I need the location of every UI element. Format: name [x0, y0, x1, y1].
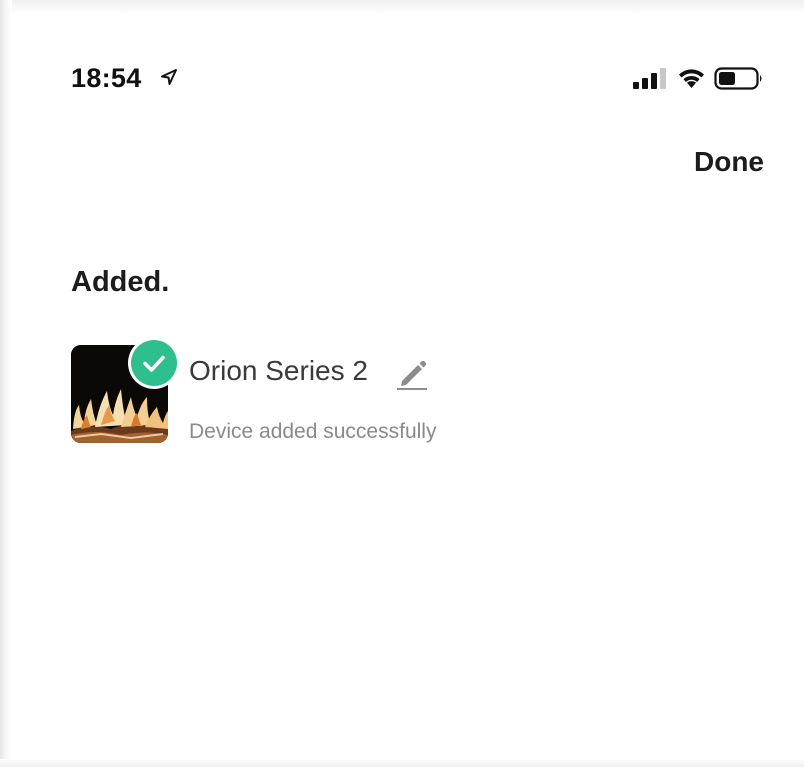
section-title: Added. — [71, 266, 170, 298]
device-added-screen: 18:54 Done Added. Orion Series 2 Device … — [0, 0, 804, 767]
check-icon — [143, 355, 165, 372]
battery-icon — [714, 67, 762, 90]
device-status: Device added successfully — [189, 420, 437, 443]
wifi-icon — [679, 69, 704, 88]
status-time: 18:54 — [71, 63, 142, 93]
pencil-icon[interactable] — [396, 356, 428, 390]
done-button[interactable]: Done — [694, 146, 764, 178]
screenshot-frame-top — [0, 0, 804, 14]
location-arrow-icon — [161, 69, 177, 85]
screenshot-frame-left — [0, 0, 12, 767]
device-name: Orion Series 2 — [189, 355, 368, 386]
success-badge — [131, 340, 177, 386]
cellular-signal-icon — [633, 68, 666, 89]
screenshot-frame-bottom — [0, 759, 804, 767]
